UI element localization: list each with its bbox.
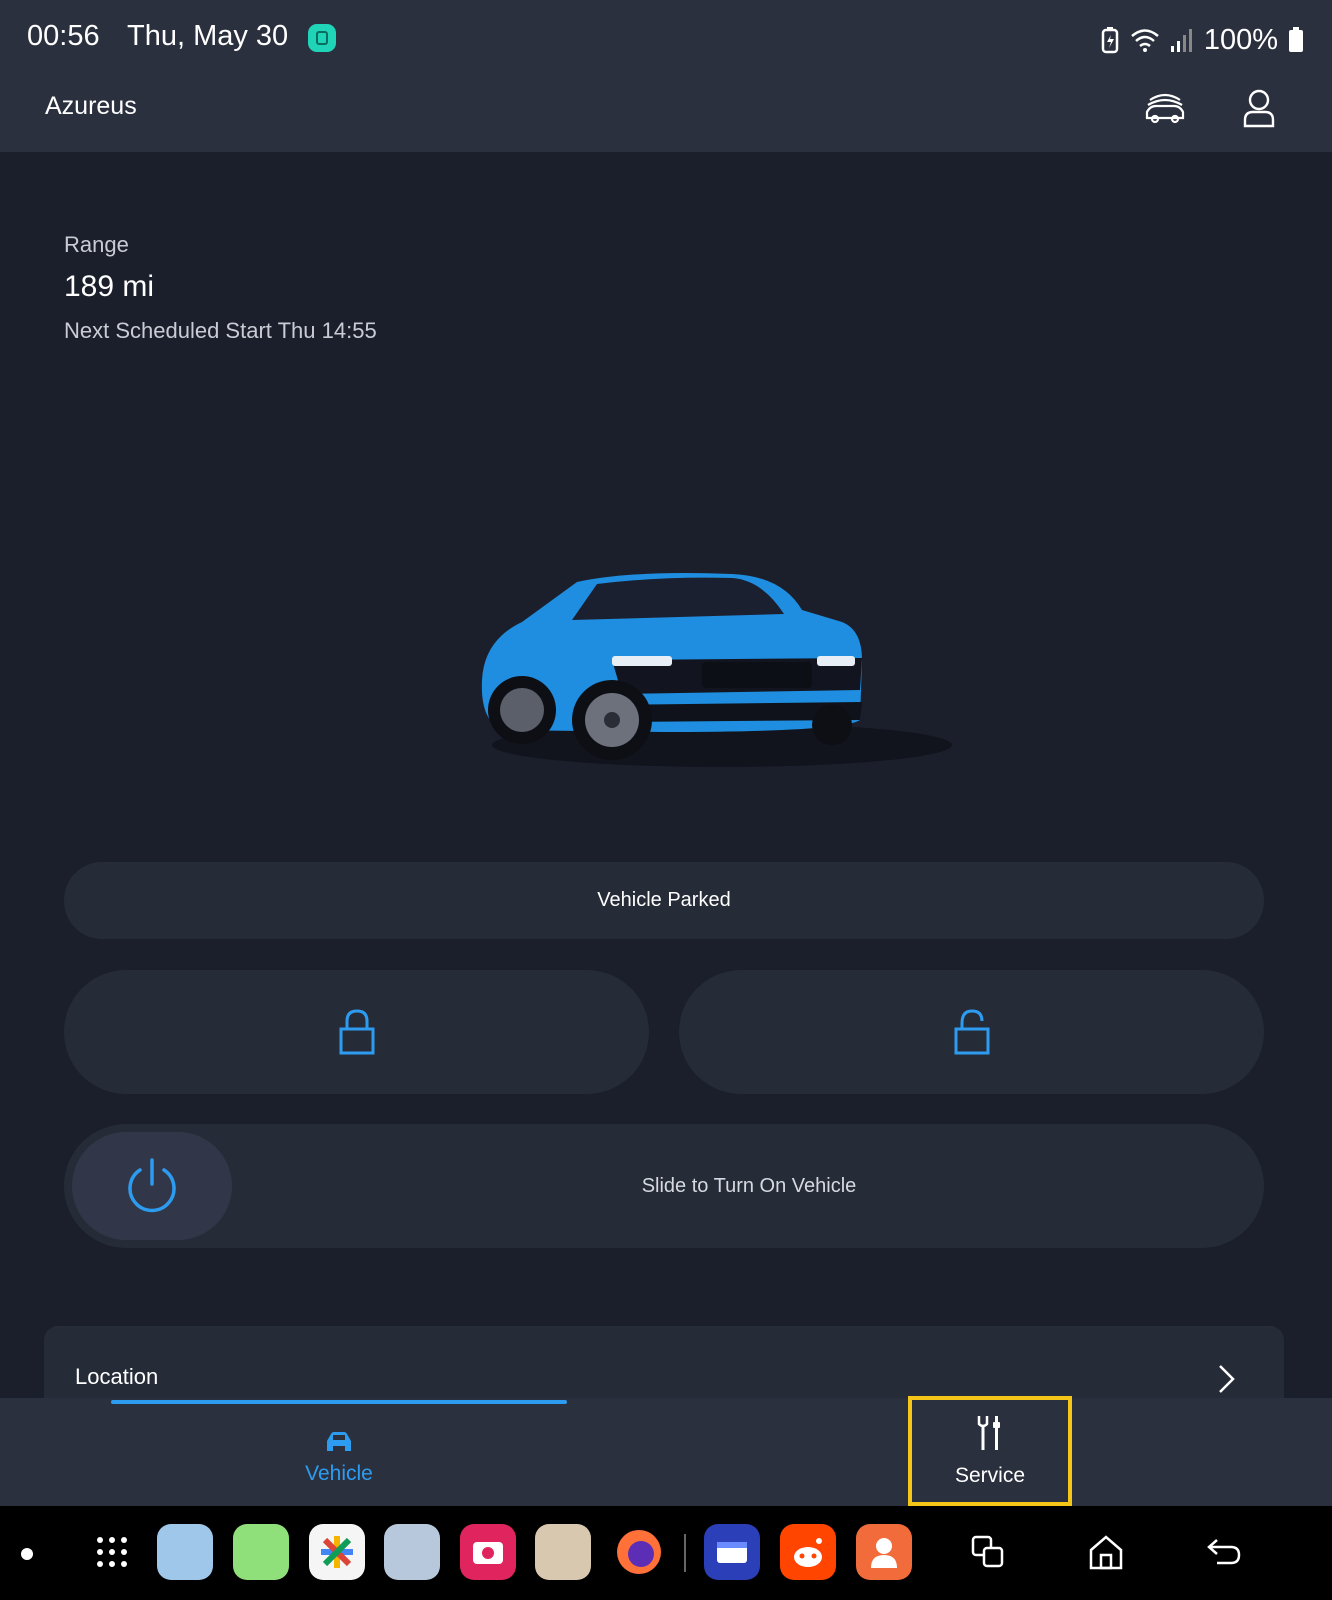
app-drawer-icon[interactable] bbox=[84, 1524, 140, 1580]
battery-saver-icon bbox=[1101, 27, 1119, 54]
wifi-icon bbox=[1131, 29, 1159, 52]
unlock-icon bbox=[954, 1009, 989, 1055]
navbar-dot bbox=[21, 1548, 33, 1560]
unlock-button[interactable] bbox=[679, 970, 1264, 1094]
folder-4-icon[interactable] bbox=[535, 1524, 591, 1580]
chevron-right-icon bbox=[1219, 1365, 1235, 1393]
vehicles-icon[interactable] bbox=[1142, 86, 1188, 132]
contacts-icon[interactable] bbox=[856, 1524, 912, 1580]
signal-icon bbox=[1170, 29, 1192, 52]
app-header: Azureus bbox=[0, 80, 1332, 152]
navbar-divider bbox=[684, 1534, 686, 1572]
folder-2-icon[interactable] bbox=[233, 1524, 289, 1580]
vehicle-name: Azureus bbox=[45, 92, 137, 120]
location-card[interactable]: Location bbox=[44, 1326, 1284, 1406]
back-icon[interactable] bbox=[1196, 1524, 1252, 1580]
start-vehicle-slider[interactable]: Slide to Turn On Vehicle bbox=[64, 1124, 1264, 1248]
firefox-icon[interactable] bbox=[611, 1524, 667, 1580]
folder-3-icon[interactable] bbox=[384, 1524, 440, 1580]
home-icon[interactable] bbox=[1078, 1524, 1134, 1580]
car-icon bbox=[327, 1432, 351, 1451]
next-scheduled-start: Next Scheduled Start Thu 14:55 bbox=[64, 318, 377, 343]
vehicle-info: Range 189 mi Next Scheduled Start Thu 14… bbox=[64, 232, 377, 344]
status-date: Thu, May 30 bbox=[127, 20, 289, 52]
vehicle-status-pill: Vehicle Parked bbox=[64, 862, 1264, 939]
vehicle-status-text: Vehicle Parked bbox=[597, 889, 731, 911]
vehicle-image bbox=[481, 573, 952, 767]
slider-knob[interactable] bbox=[72, 1132, 232, 1240]
tab-service[interactable]: Service bbox=[908, 1396, 1072, 1506]
battery-percentage: 100% bbox=[1203, 23, 1278, 56]
system-navbar bbox=[0, 1506, 1332, 1600]
notes-app-icon bbox=[308, 24, 336, 52]
status-time: 00:56 bbox=[27, 20, 100, 52]
tab-service-label: Service bbox=[954, 1464, 1026, 1487]
reddit-icon[interactable] bbox=[780, 1524, 836, 1580]
active-tab-indicator bbox=[111, 1400, 567, 1404]
battery-icon bbox=[1289, 27, 1303, 52]
tab-vehicle-label: Vehicle bbox=[305, 1462, 373, 1485]
folder-1-icon[interactable] bbox=[157, 1524, 213, 1580]
location-label: Location bbox=[75, 1364, 159, 1389]
range-value: 189 mi bbox=[64, 270, 155, 303]
recents-icon[interactable] bbox=[960, 1524, 1016, 1580]
power-icon bbox=[128, 1158, 176, 1213]
range-label: Range bbox=[64, 232, 129, 257]
tab-vehicle[interactable]: Vehicle bbox=[110, 1410, 568, 1506]
slider-label: Slide to Turn On Vehicle bbox=[641, 1174, 857, 1197]
lock-icon bbox=[339, 1009, 374, 1055]
wrench-screwdriver-icon bbox=[977, 1416, 1000, 1450]
lock-button[interactable] bbox=[64, 970, 649, 1094]
account-icon[interactable] bbox=[1236, 86, 1282, 132]
status-indicators: 100% bbox=[1100, 20, 1304, 60]
status-bar: 00:56 Thu, May 30 100% bbox=[0, 0, 1332, 80]
photos-icon[interactable] bbox=[309, 1524, 365, 1580]
files-icon[interactable] bbox=[704, 1524, 760, 1580]
screen-recorder-icon[interactable] bbox=[460, 1524, 516, 1580]
